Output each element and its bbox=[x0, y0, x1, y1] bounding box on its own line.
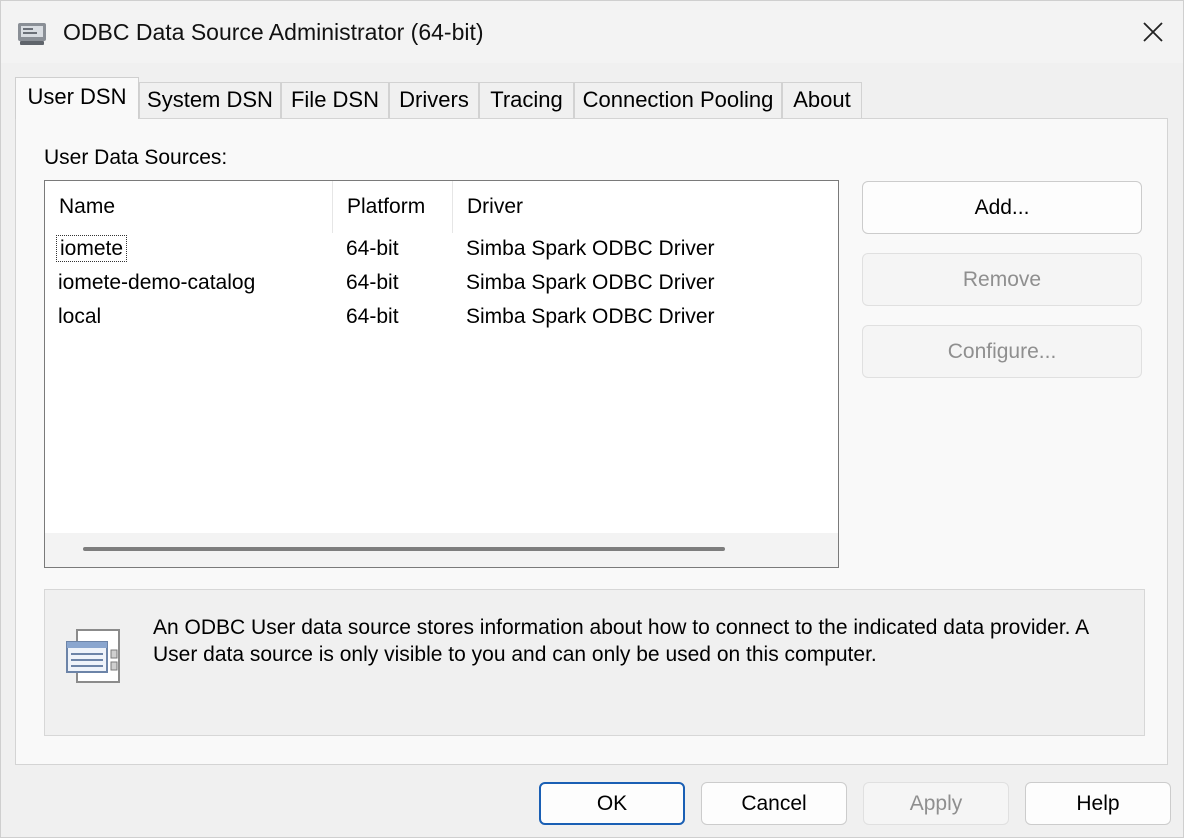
data-sources-list[interactable]: Name Platform Driver iomete 64-bit Simba… bbox=[44, 180, 839, 568]
configure-button[interactable]: Configure... bbox=[862, 325, 1142, 378]
table-row[interactable]: local 64-bit Simba Spark ODBC Driver bbox=[45, 300, 838, 334]
table-row[interactable]: iomete 64-bit Simba Spark ODBC Driver bbox=[45, 232, 838, 266]
user-data-sources-label: User Data Sources: bbox=[44, 146, 228, 169]
dsn-driver: Simba Spark ODBC Driver bbox=[466, 271, 715, 294]
odbc-admin-icon bbox=[18, 23, 46, 45]
ok-button[interactable]: OK bbox=[539, 782, 685, 825]
tab-user-dsn[interactable]: User DSN bbox=[15, 77, 139, 119]
dsn-platform: 64-bit bbox=[346, 305, 399, 328]
window-title: ODBC Data Source Administrator (64-bit) bbox=[63, 19, 484, 45]
title-bar: ODBC Data Source Administrator (64-bit) bbox=[1, 1, 1183, 63]
close-button[interactable] bbox=[1123, 1, 1183, 63]
dsn-name: iomete-demo-catalog bbox=[58, 271, 256, 294]
tab-system-dsn[interactable]: System DSN bbox=[139, 82, 281, 118]
close-icon bbox=[1143, 22, 1163, 42]
horizontal-scrollbar[interactable] bbox=[45, 533, 838, 567]
tab-about[interactable]: About bbox=[782, 82, 862, 118]
user-dsn-panel: User Data Sources: Name Platform Driver … bbox=[15, 118, 1168, 765]
column-header-driver[interactable]: Driver bbox=[453, 181, 838, 233]
info-box: An ODBC User data source stores informat… bbox=[44, 589, 1145, 736]
apply-button[interactable]: Apply bbox=[863, 782, 1009, 825]
dsn-platform: 64-bit bbox=[346, 271, 399, 294]
info-text: An ODBC User data source stores informat… bbox=[153, 616, 1089, 666]
tab-file-dsn[interactable]: File DSN bbox=[281, 82, 389, 118]
tab-drivers[interactable]: Drivers bbox=[389, 82, 479, 118]
help-button[interactable]: Help bbox=[1025, 782, 1171, 825]
odbc-admin-window: ODBC Data Source Administrator (64-bit) … bbox=[0, 0, 1184, 838]
cancel-button[interactable]: Cancel bbox=[701, 782, 847, 825]
tab-tracing[interactable]: Tracing bbox=[479, 82, 574, 118]
table-row[interactable]: iomete-demo-catalog 64-bit Simba Spark O… bbox=[45, 266, 838, 300]
datasource-info-icon bbox=[66, 629, 120, 683]
add-button[interactable]: Add... bbox=[862, 181, 1142, 234]
dsn-driver: Simba Spark ODBC Driver bbox=[466, 305, 715, 328]
dsn-platform: 64-bit bbox=[346, 237, 399, 260]
tab-connection-pooling[interactable]: Connection Pooling bbox=[574, 82, 782, 118]
remove-button[interactable]: Remove bbox=[862, 253, 1142, 306]
dsn-name: iomete bbox=[55, 235, 128, 262]
column-header-platform[interactable]: Platform bbox=[333, 181, 453, 233]
scrollbar-thumb[interactable] bbox=[83, 547, 725, 551]
dsn-driver: Simba Spark ODBC Driver bbox=[466, 237, 715, 260]
dsn-name: local bbox=[58, 305, 102, 328]
column-header-name[interactable]: Name bbox=[45, 181, 333, 233]
